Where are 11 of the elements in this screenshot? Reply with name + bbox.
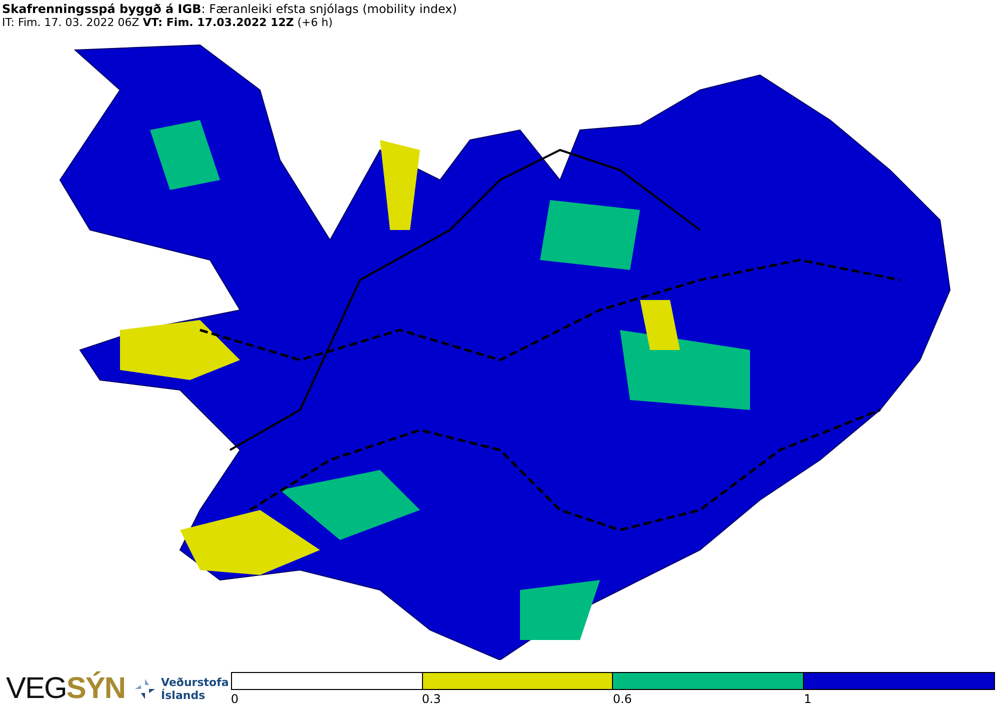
forecast-offset: (+6 h) <box>297 16 333 29</box>
vegsyn-logo: VEGSÝN <box>6 672 126 706</box>
legend-tick-label: 0.3 <box>422 692 441 706</box>
legend-tick-label: 1 <box>804 692 812 706</box>
arrows-logo-icon <box>133 676 158 700</box>
vedurstofa-logo: Veðurstofa Íslands <box>161 676 229 702</box>
legend-tick-label: 0.6 <box>612 692 632 706</box>
map-title: Skafrenningsspá byggð á IGB: Færanleiki efsta snjólags (mobility index) <box>2 2 458 16</box>
issue-time: IT: Fim. 17. 03. 2022 06Z <box>2 16 140 29</box>
valid-time: VT: Fim. 17.03.2022 12Z <box>142 16 294 29</box>
legend-tick-label: 0 <box>230 692 238 706</box>
